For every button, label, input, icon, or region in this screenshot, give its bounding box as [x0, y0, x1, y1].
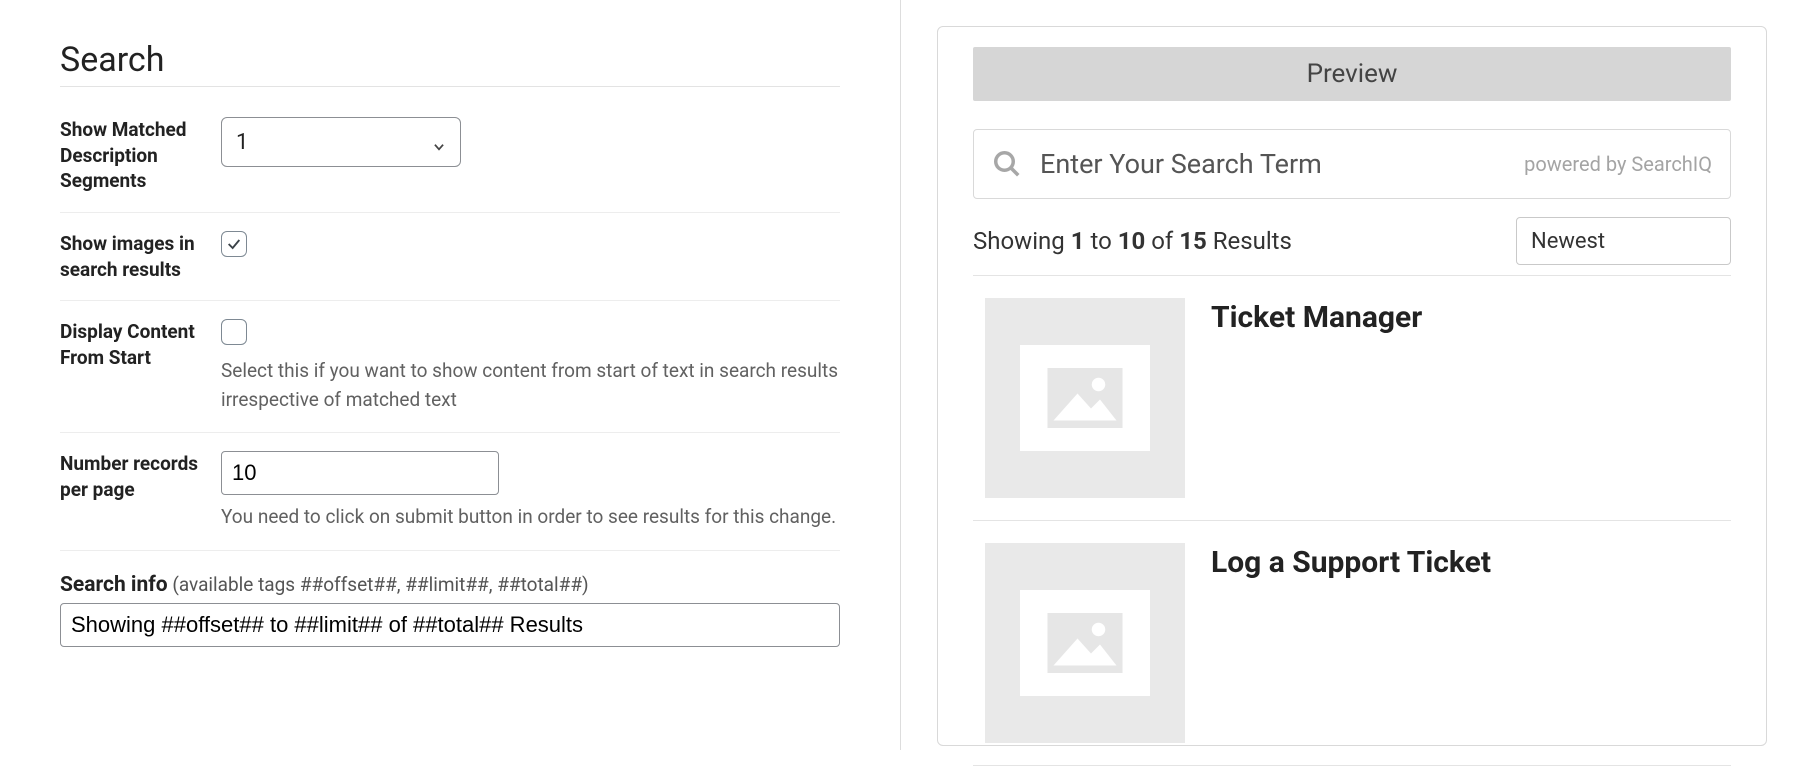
hint-search-info: (available tags ##offset##, ##limit##, #… — [168, 573, 589, 596]
preview-card: Preview Enter Your Search Term powered b… — [937, 26, 1767, 746]
result-title: Ticket Manager — [1211, 300, 1422, 335]
select-matched-segments[interactable]: 1 — [221, 117, 461, 167]
result-thumbnail — [985, 298, 1185, 498]
select-matched-segments-value: 1 — [236, 130, 248, 155]
result-thumbnail — [985, 543, 1185, 743]
results-list: Ticket Manager Log a Support Ticket — [973, 275, 1731, 766]
chevron-down-icon — [432, 135, 446, 149]
preview-search-box[interactable]: Enter Your Search Term powered by Search… — [973, 129, 1731, 199]
label-content-start: Display Content From Start — [60, 319, 221, 370]
image-placeholder-icon — [1020, 590, 1150, 696]
label-search-info: Search info — [60, 573, 168, 597]
showing-text: Showing 1 to 10 of 15 Results — [973, 227, 1292, 255]
row-matched-segments: Show Matched Description Segments 1 — [60, 99, 840, 213]
help-records-per-page: You need to click on submit button in or… — [221, 503, 840, 532]
result-title: Log a Support Ticket — [1211, 545, 1491, 580]
label-matched-segments: Show Matched Description Segments — [60, 117, 221, 194]
label-records-per-page: Number records per page — [60, 451, 221, 502]
input-records-per-page[interactable] — [221, 451, 499, 495]
sort-select[interactable]: Newest — [1516, 217, 1731, 265]
checkbox-content-start[interactable] — [221, 319, 247, 345]
preview-pane: Preview Enter Your Search Term powered b… — [900, 0, 1800, 750]
result-meta-row: Showing 1 to 10 of 15 Results Newest — [973, 217, 1731, 265]
powered-by-label: powered by SearchIQ — [1524, 152, 1712, 176]
section-title: Search — [60, 40, 840, 87]
checkbox-show-images[interactable] — [221, 231, 247, 257]
result-item[interactable]: Log a Support Ticket — [973, 520, 1731, 766]
preview-header: Preview — [973, 47, 1731, 101]
label-show-images: Show images in search results — [60, 231, 221, 282]
result-item[interactable]: Ticket Manager — [973, 275, 1731, 520]
row-show-images: Show images in search results — [60, 213, 840, 301]
search-icon — [992, 149, 1022, 179]
sort-select-value: Newest — [1531, 229, 1605, 254]
row-records-per-page: Number records per page You need to clic… — [60, 433, 840, 551]
row-content-start: Display Content From Start Select this i… — [60, 301, 840, 433]
image-placeholder-icon — [1020, 345, 1150, 451]
help-content-start: Select this if you want to show content … — [221, 357, 840, 414]
row-search-info: Search info (available tags ##offset##, … — [60, 551, 840, 647]
settings-panel: Search Show Matched Description Segments… — [0, 0, 900, 750]
input-search-info[interactable] — [60, 603, 840, 647]
